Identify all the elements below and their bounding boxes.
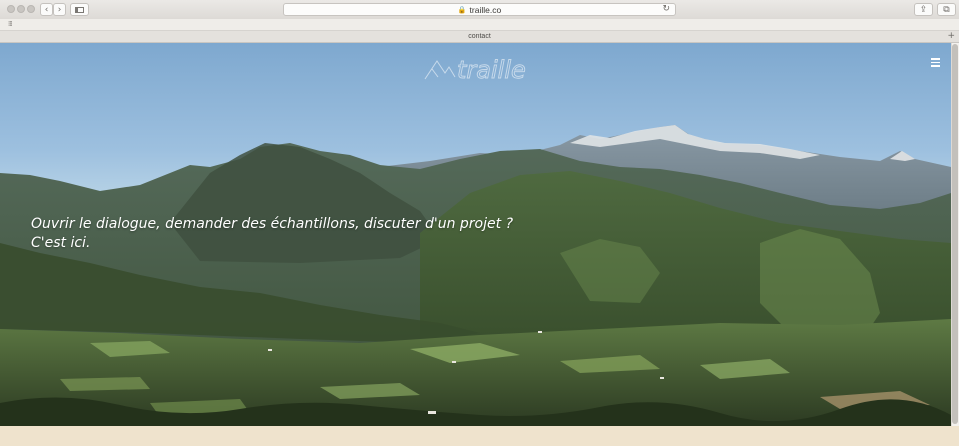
back-button[interactable]: ‹ <box>40 3 53 16</box>
sidebar-button[interactable] <box>70 3 89 16</box>
share-icon: ⇪ <box>919 4 928 15</box>
hero-section: traille Ouvrir le dialogue, demander des… <box>0 43 951 426</box>
tabs-overview-button[interactable]: ⧉ <box>937 3 956 16</box>
forward-button[interactable]: › <box>53 3 66 16</box>
reload-icon[interactable]: ↻ <box>662 4 670 14</box>
tab-contact[interactable]: contact <box>468 33 491 40</box>
hamburger-icon <box>931 58 940 67</box>
close-window-button[interactable] <box>7 5 15 13</box>
chevron-right-icon: › <box>57 4 62 15</box>
zoom-window-button[interactable] <box>27 5 35 13</box>
mountain-logo-icon: traille <box>424 56 526 83</box>
tabs-icon: ⧉ <box>943 4 950 15</box>
next-section-strip <box>0 426 959 446</box>
menu-button[interactable] <box>931 58 940 67</box>
share-button[interactable]: ⇪ <box>914 3 933 16</box>
hero-tagline: Ouvrir le dialogue, demander des échanti… <box>31 215 513 253</box>
chevron-left-icon: ‹ <box>44 4 49 15</box>
address-bar[interactable]: 🔒 traille.co ↻ <box>283 3 676 16</box>
sidebar-icon <box>75 6 84 13</box>
scrollbar-thumb[interactable] <box>952 44 958 424</box>
url-text: traille.co <box>469 4 502 15</box>
logo-text: traille <box>457 56 526 83</box>
tab-bar: contact + <box>0 31 959 43</box>
minimize-window-button[interactable] <box>17 5 25 13</box>
favorites-bar: ⁞⁞⁞ <box>0 19 959 31</box>
lock-icon: 🔒 <box>457 6 467 14</box>
grid-icon[interactable]: ⁞⁞⁞ <box>8 20 13 28</box>
plus-icon[interactable]: + <box>947 31 955 41</box>
tagline-line-1: Ouvrir le dialogue, demander des échanti… <box>31 216 513 232</box>
browser-toolbar: ‹ › 🔒 traille.co ↻ ⇪ ⧉ <box>0 0 959 20</box>
tagline-line-2: C'est ici. <box>31 235 91 251</box>
